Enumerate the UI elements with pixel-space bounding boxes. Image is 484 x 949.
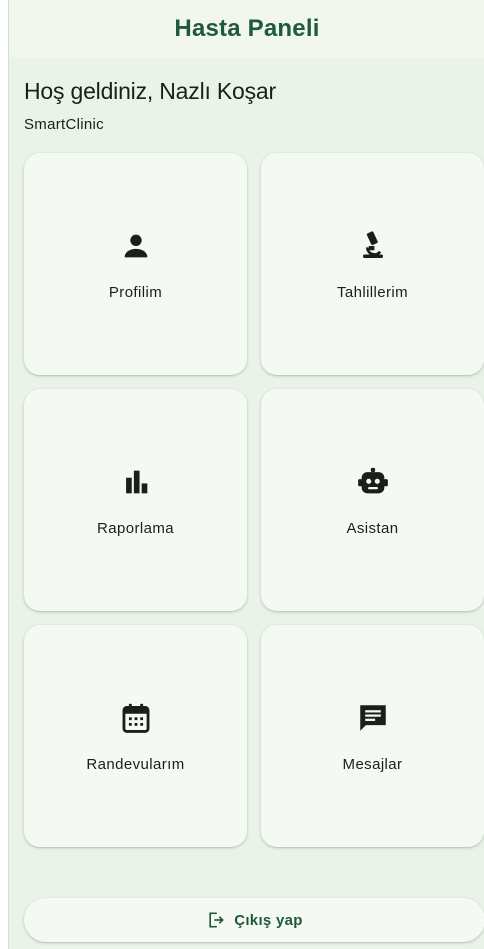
page-title: Hasta Paneli — [174, 14, 320, 42]
message-icon — [356, 701, 390, 735]
tile-label: Mesajlar — [342, 756, 403, 773]
bar-chart-icon — [119, 465, 153, 499]
calendar-icon — [119, 701, 153, 735]
tile-assistant[interactable]: Asistan — [261, 389, 484, 611]
tile-profile[interactable]: Profilim — [24, 153, 247, 375]
tile-reports[interactable]: Raporlama — [24, 389, 247, 611]
logout-button[interactable]: Çıkış yap — [24, 898, 484, 942]
microscope-icon — [356, 229, 390, 263]
welcome-text: Hoş geldiniz, Nazlı Koşar — [24, 78, 276, 104]
tile-label: Randevularım — [86, 756, 185, 773]
tile-label: Asistan — [346, 520, 399, 537]
tile-messages[interactable]: Mesajlar — [261, 625, 484, 847]
clinic-name: SmartClinic — [24, 116, 104, 133]
logout-icon — [206, 910, 226, 930]
app-bar: Hasta Paneli — [9, 0, 484, 57]
tile-lab-results[interactable]: Tahlillerim — [261, 153, 484, 375]
tile-label: Raporlama — [97, 520, 174, 537]
robot-icon — [356, 465, 390, 499]
tile-label: Tahlillerim — [336, 284, 409, 301]
tile-label: Profilim — [108, 284, 163, 301]
patient-dashboard: Hasta Paneli Hoş geldiniz, Nazlı Koşar S… — [8, 0, 484, 949]
tile-appointments[interactable]: Randevularım — [24, 625, 247, 847]
logout-label: Çıkış yap — [234, 911, 303, 929]
person-icon — [119, 229, 153, 263]
